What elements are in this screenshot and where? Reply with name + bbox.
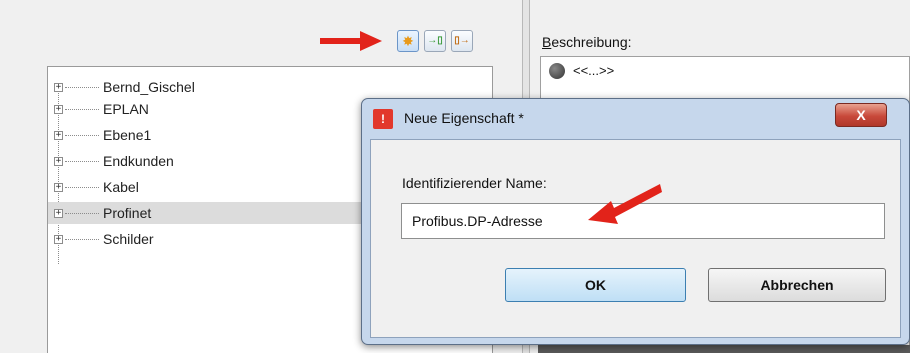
sun-new-icon: ✸ bbox=[402, 33, 414, 49]
description-label: Beschreibung: bbox=[542, 34, 632, 50]
import-icon: →▯ bbox=[427, 35, 443, 46]
warning-icon: ! bbox=[373, 109, 393, 129]
dialog-title: Neue Eigenschaft * bbox=[404, 110, 524, 126]
dialog-body: Identifizierender Name: OK Abbrechen bbox=[370, 139, 901, 338]
red-arrow-icon bbox=[320, 31, 382, 51]
tree-item-label: Profinet bbox=[103, 205, 152, 221]
ok-button[interactable]: OK bbox=[505, 268, 686, 302]
red-arrow-icon bbox=[588, 184, 662, 224]
tree-item-label: Endkunden bbox=[103, 153, 174, 169]
tree-item[interactable]: + Bernd_Gischel bbox=[48, 76, 492, 98]
description-value: <<...>> bbox=[573, 63, 615, 78]
expand-icon[interactable]: + bbox=[54, 130, 63, 140]
tree-item-label: EPLAN bbox=[103, 101, 149, 117]
expand-icon[interactable]: + bbox=[54, 104, 63, 114]
tree-item-label: Schilder bbox=[103, 231, 154, 247]
cancel-button[interactable]: Abbrechen bbox=[708, 268, 886, 302]
export-icon: ▯→ bbox=[454, 35, 470, 46]
new-property-button[interactable]: ✸ bbox=[397, 30, 419, 52]
globe-icon[interactable] bbox=[549, 63, 565, 79]
export-button[interactable]: ▯→ bbox=[451, 30, 473, 52]
expand-icon[interactable]: + bbox=[54, 82, 63, 92]
expand-icon[interactable]: + bbox=[54, 234, 63, 244]
expand-icon[interactable]: + bbox=[54, 182, 63, 192]
background-strip bbox=[538, 345, 910, 353]
close-icon: X bbox=[856, 107, 866, 123]
expand-icon[interactable]: + bbox=[54, 156, 63, 166]
dialog-titlebar[interactable]: ! Neue Eigenschaft * X bbox=[362, 99, 909, 139]
tree-item-label: Kabel bbox=[103, 179, 139, 195]
close-button[interactable]: X bbox=[835, 103, 887, 127]
import-button[interactable]: →▯ bbox=[424, 30, 446, 52]
expand-icon[interactable]: + bbox=[54, 208, 63, 218]
tree-item-label: Bernd_Gischel bbox=[103, 79, 195, 95]
identifier-name-label: Identifizierender Name: bbox=[402, 175, 547, 191]
tree-item-label: Ebene1 bbox=[103, 127, 152, 143]
